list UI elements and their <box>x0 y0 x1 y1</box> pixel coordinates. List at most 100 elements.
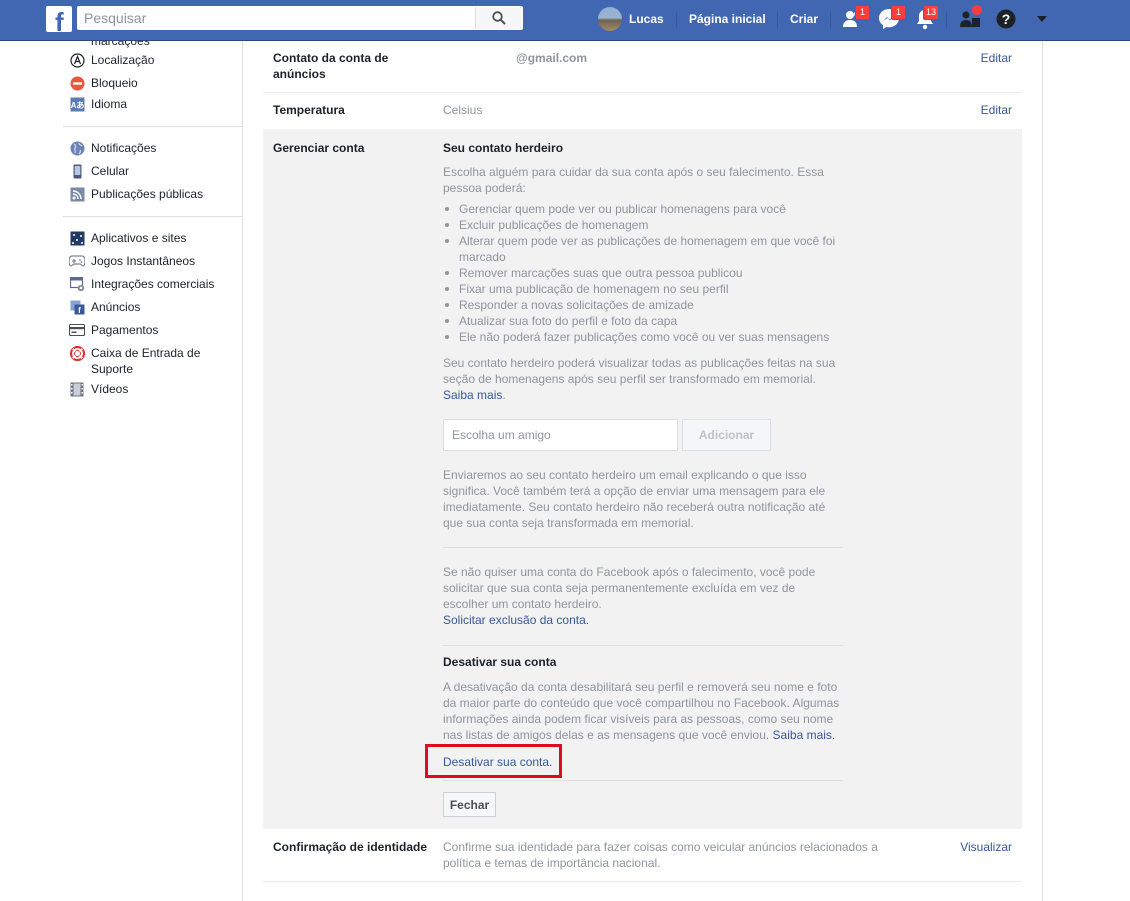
sidebar-item-blocking[interactable]: Bloqueio <box>69 75 231 91</box>
sidebar-item-label: Localização <box>91 53 155 67</box>
sidebar-item-location[interactable]: Localização <box>69 52 231 68</box>
section-title: Desativar sua conta <box>443 655 557 669</box>
sidebar-item-label: Idioma <box>91 97 128 111</box>
sidebar-item-ads[interactable]: f Anúncios <box>69 299 231 315</box>
card-icon <box>69 322 85 338</box>
nav-divider <box>830 12 831 28</box>
list-item: Atualizar sua foto do perfil e foto da c… <box>445 313 843 329</box>
sidebar-item-label: Integrações comerciais <box>91 277 215 291</box>
quick-help-button[interactable] <box>958 5 982 31</box>
delete-account-section: Se não quiser uma conta do Facebook após… <box>443 564 843 628</box>
globe-icon <box>69 140 85 156</box>
block-icon <box>69 75 85 91</box>
search-bar <box>77 6 523 30</box>
settings-row-ad-contact: Contato da conta de anúncios @gmail.com … <box>263 41 1022 93</box>
tag-icon <box>69 41 85 49</box>
nav-divider <box>777 12 778 28</box>
highlight-annotation-box <box>425 744 562 778</box>
list-item: Gerenciar quem pode ver ou publicar home… <box>445 201 843 217</box>
content-right-border <box>1042 41 1043 901</box>
top-navigation-bar: f Lucas Página inicial Criar 1 1 <box>0 0 1130 41</box>
sidebar-item-label: Pagamentos <box>91 323 159 337</box>
list-item: Remover marcações suas que outra pessoa … <box>445 265 843 281</box>
sidebar-item-label: Aplicativos e sites <box>91 231 187 245</box>
home-link[interactable]: Página inicial <box>689 12 766 26</box>
legacy-contact-section: Seu contato herdeiro Escolha alguém para… <box>443 140 843 403</box>
friend-requests-button[interactable]: 1 <box>841 5 870 31</box>
avatar <box>598 7 622 31</box>
row-value: Confirme sua identidade para fazer coisa… <box>443 840 878 870</box>
deactivate-account-section: Desativar sua conta A desativação da con… <box>443 654 843 743</box>
settings-sidebar: marcações Localização Bloqueio Aあ Idioma… <box>63 41 242 901</box>
sidebar-item-label: Caixa de Entrada de Suporte <box>91 346 201 376</box>
gamepad-icon <box>69 253 85 269</box>
create-link[interactable]: Criar <box>790 12 818 26</box>
friend-requests-badge: 1 <box>855 5 870 20</box>
email-info-text: Enviaremos ao seu contato herdeiro um em… <box>443 468 826 530</box>
sidebar-item-mobile[interactable]: Celular <box>69 163 231 179</box>
language-icon: Aあ <box>69 96 85 112</box>
sidebar-item-language[interactable]: Aあ Idioma <box>69 96 231 112</box>
row-label: Temperatura <box>273 103 345 117</box>
svg-text:f: f <box>78 306 81 315</box>
list-item: Responder a novas solicitações de amizad… <box>445 297 843 313</box>
sidebar-item-tags[interactable]: marcações <box>69 41 231 49</box>
sidebar-item-business-integrations[interactable]: Integrações comerciais <box>69 276 231 292</box>
edit-link[interactable]: Editar <box>981 102 1012 118</box>
account-menu-button[interactable] <box>1030 7 1054 31</box>
edit-link[interactable]: Editar <box>981 50 1012 66</box>
search-button[interactable] <box>475 7 522 29</box>
sidebar-item-label: Notificações <box>91 141 157 155</box>
legacy-permissions-list: Gerenciar quem pode ver ou publicar home… <box>443 201 843 345</box>
sidebar-item-public-posts[interactable]: Publicações públicas <box>69 186 231 202</box>
learn-more-link[interactable]: Saiba mais <box>443 388 502 402</box>
notifications-button[interactable]: 13 <box>913 5 940 31</box>
svg-text:Aあ: Aあ <box>70 101 84 110</box>
sidebar-item-label: Celular <box>91 164 130 178</box>
content-left-border <box>242 41 243 901</box>
sidebar-item-videos[interactable]: Vídeos <box>69 381 231 397</box>
sidebar-item-label: Publicações públicas <box>91 187 204 201</box>
legacy-email-info: Enviaremos ao seu contato herdeiro um em… <box>443 467 843 531</box>
apps-icon <box>69 230 85 246</box>
profile-link[interactable]: Lucas <box>598 7 664 31</box>
sidebar-item-apps[interactable]: Aplicativos e sites <box>69 230 231 246</box>
choose-friend-input[interactable] <box>443 419 678 451</box>
help-button[interactable]: ? <box>994 7 1018 31</box>
business-integrations-icon <box>69 276 85 292</box>
row-value: @gmail.com <box>516 51 588 65</box>
close-button[interactable]: Fechar <box>443 792 496 817</box>
nav-divider <box>946 12 947 28</box>
help-icon: ? <box>996 9 1016 29</box>
request-deletion-link[interactable]: Solicitar exclusão da conta. <box>443 613 589 627</box>
notifications-badge: 13 <box>923 5 940 20</box>
location-icon <box>69 52 85 68</box>
facebook-logo-icon[interactable]: f <box>46 6 72 32</box>
sidebar-item-label: marcações <box>91 41 150 48</box>
deactivate-learn-more-link[interactable]: Saiba mais. <box>773 728 836 742</box>
add-button[interactable]: Adicionar <box>682 419 771 451</box>
sidebar-item-label: Anúncios <box>91 300 141 314</box>
legacy-intro: Escolha alguém para cuidar da sua conta … <box>443 165 824 195</box>
row-label: Confirmação de identidade <box>273 840 428 854</box>
lifebuoy-icon <box>69 345 85 361</box>
search-input[interactable] <box>84 9 474 27</box>
section-divider <box>443 645 843 646</box>
alert-dot <box>972 5 982 15</box>
sidebar-item-instant-games[interactable]: Jogos Instantâneos <box>69 253 231 269</box>
film-icon <box>69 381 85 397</box>
view-link[interactable]: Visualizar <box>960 839 1012 855</box>
sidebar-item-support-inbox[interactable]: Caixa de Entrada de Suporte <box>69 345 231 377</box>
sidebar-item-notifications[interactable]: Notificações <box>69 140 231 156</box>
svg-text:?: ? <box>1002 11 1011 27</box>
section-divider <box>443 547 843 548</box>
settings-row-temperature: Temperatura Celsius Editar <box>263 93 1022 130</box>
sidebar-item-payments[interactable]: Pagamentos <box>69 322 231 338</box>
messages-badge: 1 <box>891 5 906 20</box>
sidebar-divider <box>63 216 242 217</box>
messenger-button[interactable]: 1 <box>877 5 906 31</box>
sidebar-item-label: Bloqueio <box>91 76 138 90</box>
sidebar-divider <box>63 126 242 127</box>
row-value: Celsius <box>443 103 483 117</box>
section-divider <box>443 780 843 781</box>
